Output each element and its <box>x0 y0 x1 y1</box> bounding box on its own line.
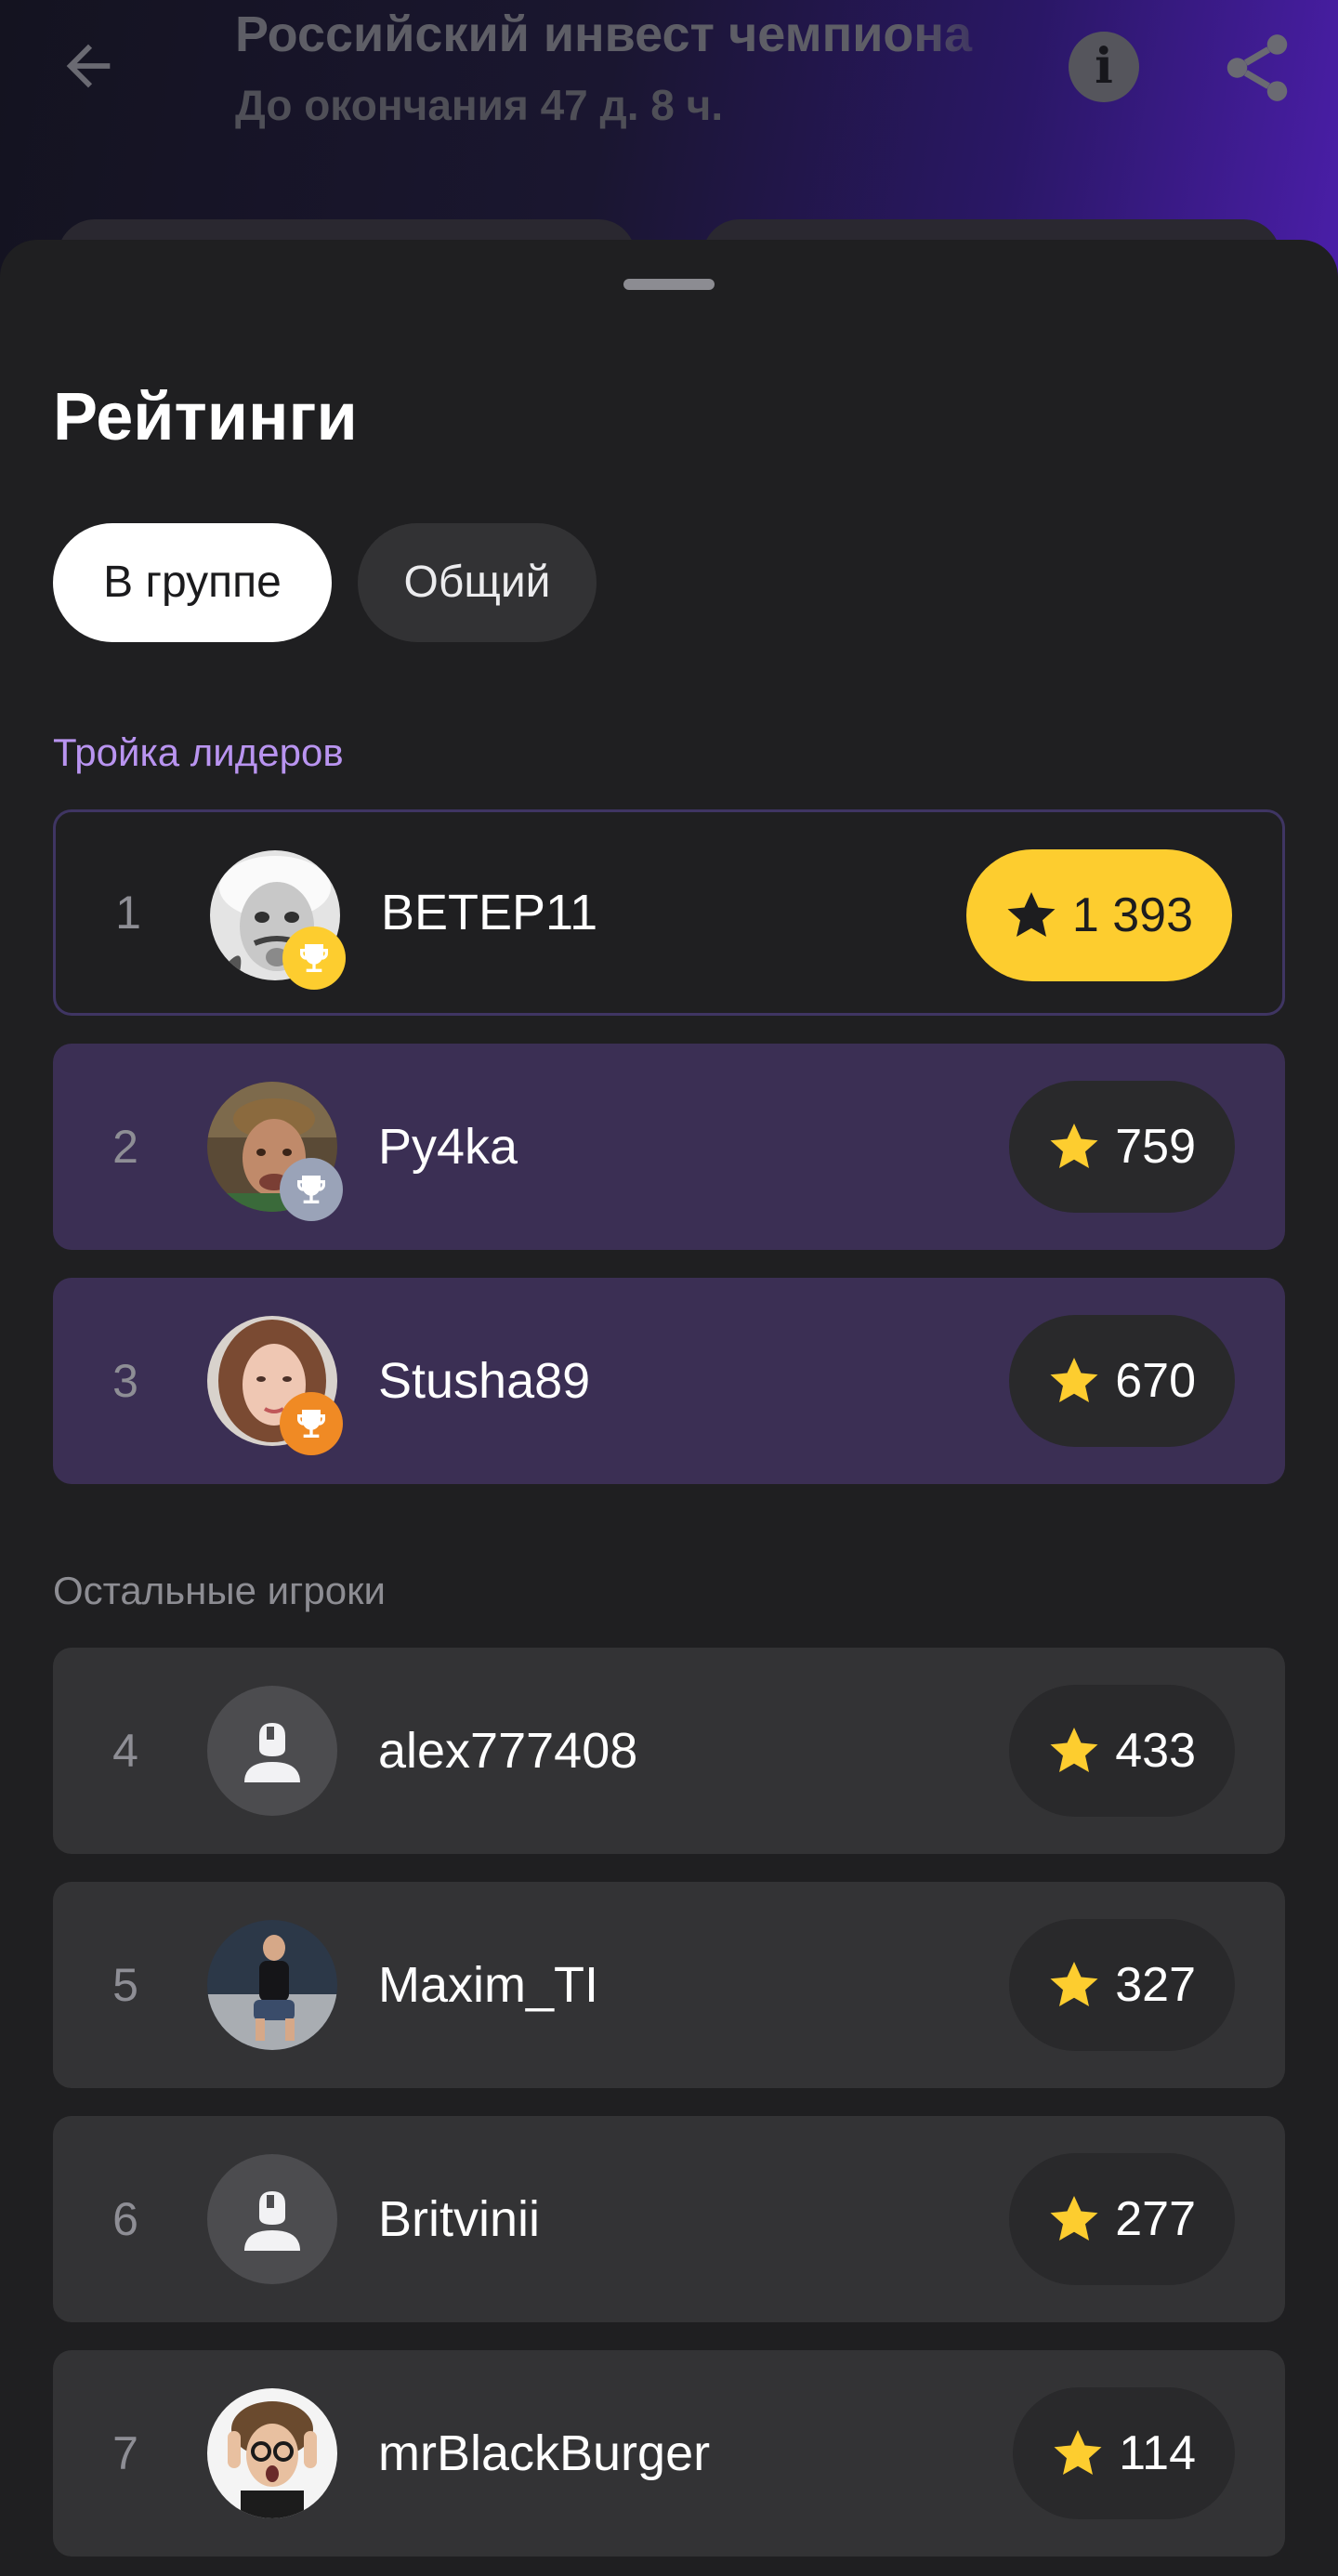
info-icon[interactable]: i <box>1069 32 1139 102</box>
star-icon <box>1050 1962 1098 2006</box>
ratings-sheet: Рейтинги В группе Общий Тройка лидеров 1… <box>0 240 1338 2576</box>
player-name: Britvinii <box>378 2191 541 2247</box>
player-name: Stusha89 <box>378 1353 591 1409</box>
tab-overall[interactable]: Общий <box>358 523 597 642</box>
rank-number: 2 <box>112 1121 138 1173</box>
score-badge: 759 <box>1009 1081 1235 1213</box>
score-value: 114 <box>1119 2426 1196 2480</box>
score-value: 433 <box>1115 1724 1196 1778</box>
score-value: 759 <box>1115 1120 1196 1174</box>
share-icon[interactable] <box>1217 28 1297 108</box>
score-badge: 327 <box>1009 1919 1235 2051</box>
player-name: Ру4ka <box>378 1119 518 1175</box>
silver-trophy-icon <box>280 1158 343 1221</box>
star-icon <box>1050 1124 1098 1168</box>
countdown-text: До окончания 47 д. 8 ч. <box>235 81 724 129</box>
leader-row-2[interactable]: 2 Ру4ka 759 <box>53 1044 1285 1250</box>
others-section-label: Остальные игроки <box>53 1569 386 1612</box>
score-badge: 114 <box>1013 2387 1235 2519</box>
rank-number: 5 <box>112 1959 138 2011</box>
player-name: Maxim_TI <box>378 1957 599 2013</box>
sheet-drag-handle[interactable] <box>623 279 715 290</box>
default-avatar-icon <box>207 1686 337 1816</box>
score-value: 670 <box>1115 1354 1196 1408</box>
star-icon <box>1007 892 1056 937</box>
back-arrow-icon[interactable] <box>56 33 121 99</box>
gold-trophy-icon <box>282 927 346 990</box>
player-name: ВЕТЕР11 <box>381 885 598 940</box>
tab-in-group[interactable]: В группе <box>53 523 332 642</box>
player-name: mrBlackBurger <box>378 2425 711 2481</box>
star-icon <box>1050 1358 1098 1402</box>
sheet-title: Рейтинги <box>53 380 358 454</box>
star-icon <box>1050 2196 1098 2241</box>
rank-number: 1 <box>115 887 141 939</box>
star-icon <box>1054 2430 1102 2475</box>
page-title: Российский инвест чемпиона <box>235 7 973 62</box>
score-value: 327 <box>1115 1958 1196 2012</box>
avatar <box>207 2388 337 2518</box>
score-value: 277 <box>1115 2192 1196 2246</box>
player-row-4[interactable]: 4 alex777408 433 <box>53 1648 1285 1854</box>
rank-number: 4 <box>112 1725 138 1777</box>
score-badge: 433 <box>1009 1685 1235 1817</box>
bronze-trophy-icon <box>280 1392 343 1455</box>
star-icon <box>1050 1728 1098 1772</box>
header: Российский инвест чемпиона До окончания … <box>0 0 1338 279</box>
leaders-section-label: Тройка лидеров <box>53 730 344 774</box>
rank-number: 3 <box>112 1355 138 1407</box>
leader-row-3[interactable]: 3 Stusha89 670 <box>53 1278 1285 1484</box>
avatar <box>207 1920 337 2050</box>
default-avatar-icon <box>207 2154 337 2284</box>
player-name: alex777408 <box>378 1723 638 1779</box>
score-badge: 277 <box>1009 2153 1235 2285</box>
player-row-6[interactable]: 6 Britvinii 277 <box>53 2116 1285 2322</box>
rank-number: 6 <box>112 2193 138 2245</box>
rank-number: 7 <box>112 2427 138 2479</box>
score-value: 1 393 <box>1071 888 1193 942</box>
player-row-7[interactable]: 7 mrBlackBurger 114 <box>53 2350 1285 2556</box>
score-badge: 1 393 <box>965 849 1232 981</box>
player-row-5[interactable]: 5 Maxim_TI 327 <box>53 1882 1285 2088</box>
leader-row-1[interactable]: 1 ВЕТЕР11 1 393 <box>53 809 1285 1016</box>
score-badge: 670 <box>1009 1315 1235 1447</box>
